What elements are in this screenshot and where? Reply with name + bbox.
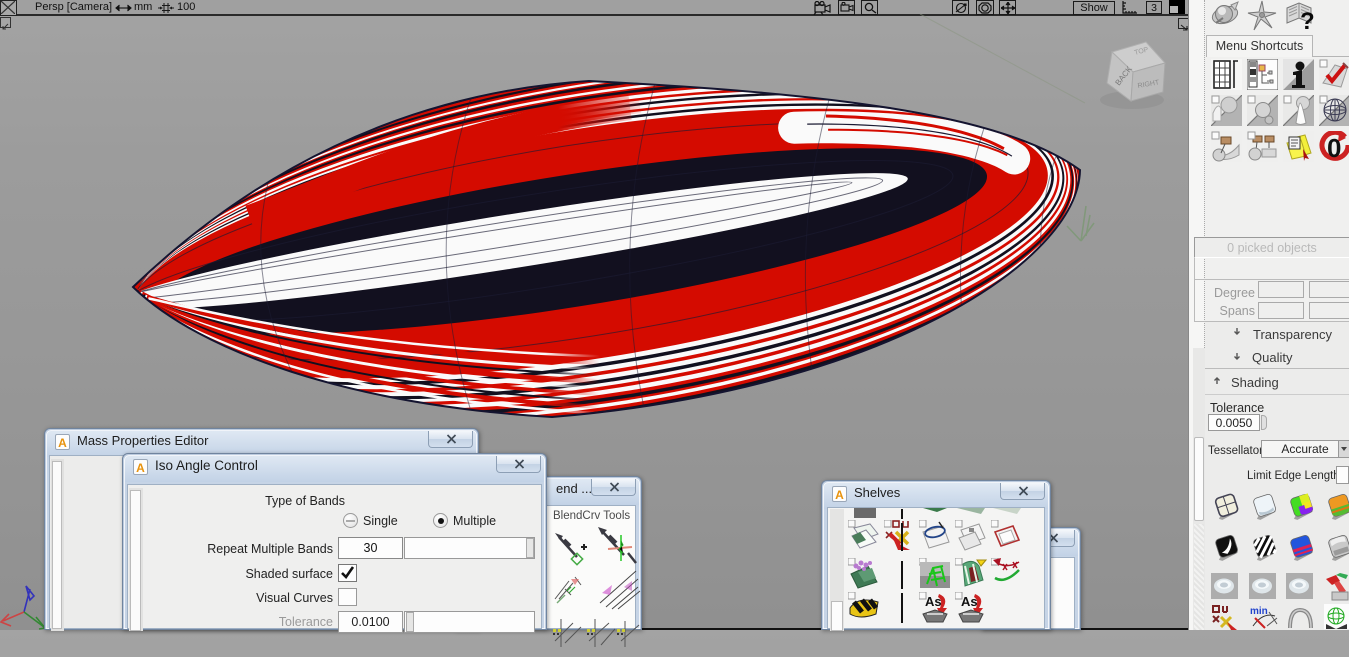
svg-text:0: 0 (1327, 133, 1341, 162)
svg-text:?: ? (1300, 8, 1315, 32)
